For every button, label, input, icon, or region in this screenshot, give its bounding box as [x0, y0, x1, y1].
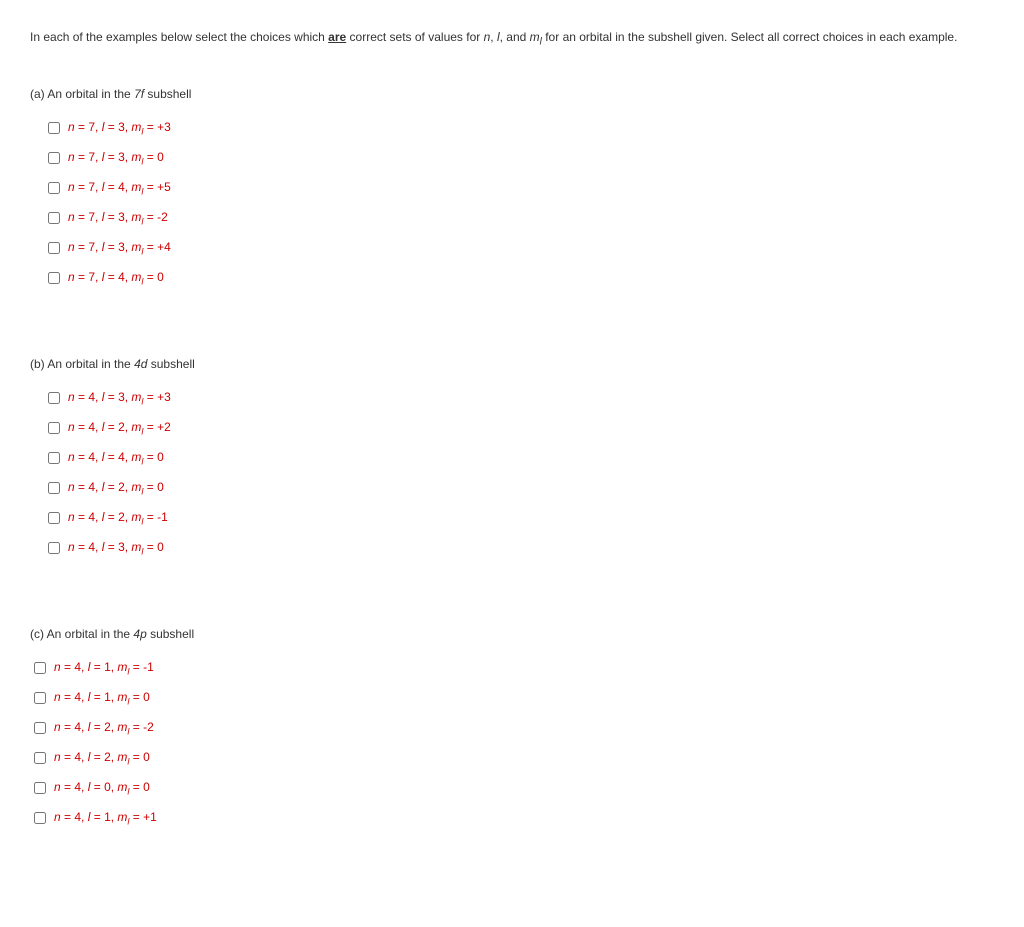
instruction-are: are: [328, 30, 346, 44]
choice-row: n = 7, l = 3, ml = -2: [44, 209, 994, 227]
choice-checkbox[interactable]: [48, 272, 60, 284]
choice-checkbox[interactable]: [48, 242, 60, 254]
choice-label: n = 4, l = 4, ml = 0: [68, 450, 164, 466]
section-label-suffix: subshell: [147, 627, 194, 641]
choice-row: n = 4, l = 1, ml = +1: [30, 809, 994, 827]
section-label: (a) An orbital in the: [30, 87, 134, 101]
instruction-mid: correct sets of values for: [346, 30, 483, 44]
choice-row: n = 4, l = 3, ml = 0: [44, 539, 994, 557]
choice-row: n = 7, l = 3, ml = 0: [44, 149, 994, 167]
choice-label: n = 7, l = 3, ml = -2: [68, 210, 168, 226]
choice-label: n = 4, l = 1, ml = 0: [54, 690, 150, 706]
choice-label: n = 4, l = 2, ml = +2: [68, 420, 171, 436]
choice-checkbox[interactable]: [34, 692, 46, 704]
choice-label: n = 4, l = 1, ml = +1: [54, 810, 157, 826]
section-subshell: 7f: [134, 87, 144, 101]
choice-label: n = 4, l = 0, ml = 0: [54, 780, 150, 796]
choice-label: n = 4, l = 2, ml = -2: [54, 720, 154, 736]
question-section: (a) An orbital in the 7f subshell n = 7, …: [30, 87, 994, 287]
choice-checkbox[interactable]: [48, 542, 60, 554]
section-label-suffix: subshell: [147, 357, 194, 371]
choice-row: n = 4, l = 2, ml = -1: [44, 509, 994, 527]
section-subshell: 4d: [134, 357, 147, 371]
section-title: (c) An orbital in the 4p subshell: [30, 627, 994, 641]
choices-list: n = 4, l = 1, ml = -1 n = 4, l = 1, ml = …: [30, 659, 994, 827]
choice-row: n = 4, l = 1, ml = 0: [30, 689, 994, 707]
choice-label: n = 7, l = 4, ml = +5: [68, 180, 171, 196]
choice-label: n = 4, l = 3, ml = 0: [68, 540, 164, 556]
question-section: (c) An orbital in the 4p subshell n = 4, …: [30, 627, 994, 827]
choice-row: n = 4, l = 2, ml = 0: [44, 479, 994, 497]
choice-checkbox[interactable]: [48, 182, 60, 194]
section-title: (b) An orbital in the 4d subshell: [30, 357, 994, 371]
choice-checkbox[interactable]: [48, 152, 60, 164]
question-section: (b) An orbital in the 4d subshell n = 4, …: [30, 357, 994, 557]
instruction-post: for an orbital in the subshell given. Se…: [542, 30, 958, 44]
choices-list: n = 4, l = 3, ml = +3 n = 4, l = 2, ml = …: [30, 389, 994, 557]
choice-checkbox[interactable]: [34, 662, 46, 674]
choice-row: n = 7, l = 3, ml = +3: [44, 119, 994, 137]
instruction-text: In each of the examples below select the…: [30, 30, 994, 47]
choices-list: n = 7, l = 3, ml = +3 n = 7, l = 3, ml = …: [30, 119, 994, 287]
choice-label: n = 7, l = 3, ml = 0: [68, 150, 164, 166]
instruction-pre: In each of the examples below select the…: [30, 30, 328, 44]
choice-checkbox[interactable]: [48, 392, 60, 404]
section-label: (c) An orbital in the: [30, 627, 133, 641]
section-label-suffix: subshell: [144, 87, 191, 101]
choice-label: n = 7, l = 4, ml = 0: [68, 270, 164, 286]
choice-row: n = 4, l = 2, ml = +2: [44, 419, 994, 437]
choice-label: n = 4, l = 2, ml = 0: [54, 750, 150, 766]
choice-row: n = 4, l = 4, ml = 0: [44, 449, 994, 467]
choice-label: n = 7, l = 3, ml = +3: [68, 120, 171, 136]
choice-checkbox[interactable]: [48, 452, 60, 464]
instruction-c2: , and: [500, 30, 530, 44]
choice-label: n = 4, l = 2, ml = -1: [68, 510, 168, 526]
choice-row: n = 4, l = 0, ml = 0: [30, 779, 994, 797]
choice-checkbox[interactable]: [48, 122, 60, 134]
choice-checkbox[interactable]: [34, 782, 46, 794]
choice-checkbox[interactable]: [34, 752, 46, 764]
choice-row: n = 4, l = 2, ml = -2: [30, 719, 994, 737]
choice-row: n = 4, l = 1, ml = -1: [30, 659, 994, 677]
choice-row: n = 7, l = 4, ml = 0: [44, 269, 994, 287]
choice-label: n = 4, l = 3, ml = +3: [68, 390, 171, 406]
choice-label: n = 4, l = 2, ml = 0: [68, 480, 164, 496]
choice-checkbox[interactable]: [48, 212, 60, 224]
section-title: (a) An orbital in the 7f subshell: [30, 87, 994, 101]
instruction-c1: ,: [490, 30, 497, 44]
section-label: (b) An orbital in the: [30, 357, 134, 371]
choice-label: n = 4, l = 1, ml = -1: [54, 660, 154, 676]
choice-row: n = 7, l = 4, ml = +5: [44, 179, 994, 197]
choice-checkbox[interactable]: [34, 812, 46, 824]
choice-checkbox[interactable]: [48, 512, 60, 524]
choice-checkbox[interactable]: [34, 722, 46, 734]
choice-checkbox[interactable]: [48, 422, 60, 434]
instruction-m: m: [530, 30, 540, 44]
choice-label: n = 7, l = 3, ml = +4: [68, 240, 171, 256]
section-subshell: 4p: [133, 627, 146, 641]
choice-row: n = 4, l = 3, ml = +3: [44, 389, 994, 407]
choice-row: n = 4, l = 2, ml = 0: [30, 749, 994, 767]
choice-checkbox[interactable]: [48, 482, 60, 494]
choice-row: n = 7, l = 3, ml = +4: [44, 239, 994, 257]
